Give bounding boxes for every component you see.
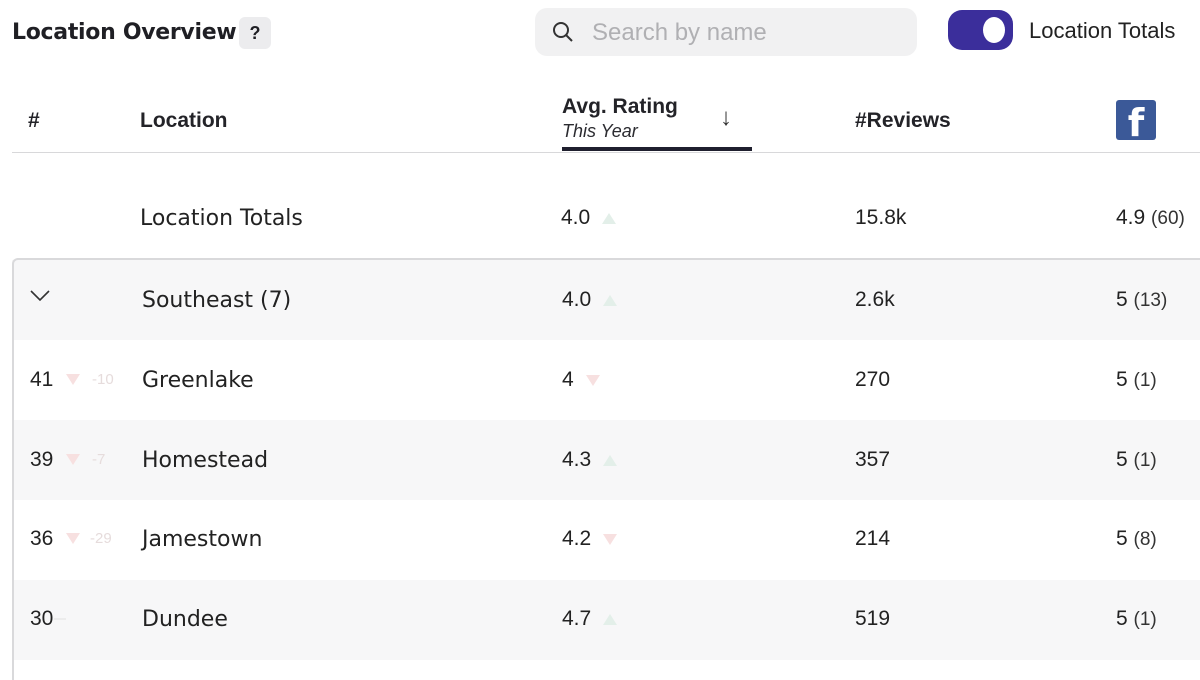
fb-rating: 5 bbox=[1116, 607, 1128, 630]
totals-reviews: 15.8k bbox=[855, 206, 907, 229]
facebook-rating: 5 (1) bbox=[1116, 368, 1157, 392]
trend-up-icon bbox=[603, 454, 618, 466]
reviews: 270 bbox=[855, 368, 891, 391]
search-box[interactable] bbox=[535, 8, 917, 56]
location-name[interactable]: Jamestown bbox=[142, 527, 262, 552]
totals-facebook: 4.9 (60) bbox=[1116, 206, 1185, 230]
fb-rating: 5 bbox=[1116, 368, 1128, 391]
fb-count: (60) bbox=[1151, 208, 1185, 229]
trend-up-icon bbox=[602, 212, 617, 224]
column-location[interactable]: Location bbox=[140, 109, 228, 133]
rating-value: 4.2 bbox=[562, 527, 592, 550]
avg-rating: 4.3 bbox=[562, 448, 618, 472]
chevron-down-icon[interactable] bbox=[30, 290, 50, 302]
trend-down-icon bbox=[585, 374, 600, 386]
fb-rating: 4.9 bbox=[1116, 206, 1146, 229]
column-rank[interactable]: # bbox=[28, 109, 40, 133]
rank-delta: -29 bbox=[90, 530, 112, 547]
facebook-rating: 5 (1) bbox=[1116, 448, 1157, 472]
page-title: Location Overview bbox=[12, 20, 237, 45]
fb-count: (8) bbox=[1133, 529, 1157, 550]
group-reviews: 2.6k bbox=[855, 288, 895, 311]
rank-trend-down-icon bbox=[66, 454, 80, 465]
avg-rating: 4.2 bbox=[562, 527, 618, 551]
fb-rating: 5 bbox=[1116, 288, 1128, 311]
active-sort-indicator bbox=[562, 147, 752, 151]
fb-rating: 5 bbox=[1116, 527, 1128, 550]
group-rating: 4.0 bbox=[562, 288, 618, 312]
help-button[interactable]: ? bbox=[239, 17, 271, 49]
reviews: 357 bbox=[855, 448, 891, 471]
search-icon bbox=[553, 22, 573, 42]
search-input[interactable] bbox=[590, 16, 904, 50]
toggle-knob bbox=[983, 17, 1005, 43]
group-name[interactable]: Southeast (7) bbox=[142, 288, 291, 313]
facebook-icon[interactable]: f bbox=[1116, 100, 1156, 140]
fb-count: (1) bbox=[1133, 370, 1157, 391]
location-name[interactable]: Dundee bbox=[142, 607, 228, 632]
fb-count: (1) bbox=[1133, 450, 1157, 471]
totals-name: Location Totals bbox=[140, 206, 303, 231]
column-avg-rating-period: This Year bbox=[562, 121, 638, 141]
rating-value: 4 bbox=[562, 368, 574, 391]
trend-up-icon bbox=[603, 294, 618, 306]
rank-trend-down-icon bbox=[66, 374, 80, 385]
rating-value: 4.7 bbox=[562, 607, 592, 630]
facebook-rating: 5 (8) bbox=[1116, 527, 1157, 551]
fb-rating: 5 bbox=[1116, 448, 1128, 471]
rank: 36 bbox=[30, 527, 54, 550]
reviews: 214 bbox=[855, 527, 891, 550]
reviews: 519 bbox=[855, 607, 891, 630]
rating-value: 4.0 bbox=[562, 288, 592, 311]
location-name[interactable]: Homestead bbox=[142, 448, 268, 473]
rank: 30 bbox=[30, 607, 54, 630]
rank-trend-flat-icon bbox=[54, 618, 66, 620]
totals-row: Location Totals 4.0 15.8k 4.9 (60) bbox=[12, 178, 1200, 258]
rating-value: 4.0 bbox=[561, 206, 591, 229]
rank-delta: -10 bbox=[92, 371, 114, 388]
trend-up-icon bbox=[603, 613, 618, 625]
rank-delta: -7 bbox=[92, 451, 106, 468]
rank-trend-down-icon bbox=[66, 533, 80, 544]
fb-count: (1) bbox=[1133, 609, 1157, 630]
column-reviews[interactable]: #Reviews bbox=[855, 109, 951, 133]
avg-rating: 4 bbox=[562, 368, 600, 392]
sort-down-icon[interactable]: ↓ bbox=[720, 104, 732, 132]
totals-rating: 4.0 bbox=[561, 206, 617, 230]
avg-rating: 4.7 bbox=[562, 607, 618, 631]
header-divider bbox=[12, 152, 1200, 153]
group-facebook: 5 (13) bbox=[1116, 288, 1167, 312]
column-avg-rating[interactable]: Avg. Rating bbox=[562, 95, 678, 119]
toggle-label: Location Totals bbox=[1029, 18, 1176, 43]
rank: 41 bbox=[30, 368, 54, 391]
fb-count: (13) bbox=[1133, 290, 1168, 311]
location-totals-toggle[interactable] bbox=[948, 10, 1013, 50]
location-name[interactable]: Greenlake bbox=[142, 368, 254, 393]
rating-value: 4.3 bbox=[562, 448, 592, 471]
rank: 39 bbox=[30, 448, 54, 471]
facebook-rating: 5 (1) bbox=[1116, 607, 1157, 631]
trend-down-icon bbox=[603, 533, 618, 545]
